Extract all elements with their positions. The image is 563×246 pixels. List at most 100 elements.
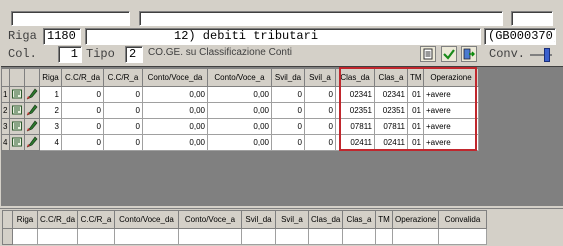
svil-da-cell[interactable]: 0: [271, 86, 305, 103]
cell[interactable]: [114, 228, 179, 245]
code-field[interactable]: (GB000370): [484, 28, 556, 45]
top-field-center[interactable]: [139, 11, 503, 26]
cell[interactable]: [275, 228, 309, 245]
icon-col-header: [24, 68, 40, 87]
document-icon[interactable]: [420, 46, 436, 62]
row-number: 2: [1, 102, 10, 119]
col-header[interactable]: Conto/Voce_a: [207, 68, 272, 87]
col-header[interactable]: Svil_a: [275, 210, 309, 229]
col-header[interactable]: C.C/R_a: [77, 210, 115, 229]
conv-label: Conv.: [489, 47, 526, 61]
tipo-description: CO.GE. su Classificazione Conti: [148, 47, 292, 58]
svil-da-cell[interactable]: 0: [271, 118, 305, 135]
riga-cell[interactable]: 4: [39, 134, 62, 151]
tipo-label: Tipo: [86, 47, 115, 61]
cell[interactable]: [37, 228, 78, 245]
conto-a-cell[interactable]: 0,00: [207, 102, 272, 119]
col-header[interactable]: Riga: [39, 68, 62, 87]
riga-cell[interactable]: 3: [39, 118, 62, 135]
row-edit-icon[interactable]: [24, 134, 40, 151]
svil-da-cell[interactable]: 0: [271, 102, 305, 119]
ccr-da-cell[interactable]: 0: [61, 102, 104, 119]
cell[interactable]: [308, 228, 343, 245]
ccr-da-cell[interactable]: 0: [61, 86, 104, 103]
col-header[interactable]: C.C/R_a: [103, 68, 143, 87]
main-grid-area: Riga C.C/R_da C.C/R_a Conto/Voce_da Cont…: [1, 66, 563, 206]
bottom-grid-header: Riga C.C/R_da C.C/R_a Conto/Voce_da Cont…: [2, 210, 487, 229]
svil-a-cell[interactable]: 0: [304, 134, 336, 151]
svil-a-cell[interactable]: 0: [304, 86, 336, 103]
svil-a-cell[interactable]: 0: [304, 102, 336, 119]
cell[interactable]: [77, 228, 115, 245]
conto-a-cell[interactable]: 0,00: [207, 118, 272, 135]
conto-a-cell[interactable]: 0,00: [207, 86, 272, 103]
row-edit-icon[interactable]: [24, 86, 40, 103]
ccr-da-cell[interactable]: 0: [61, 118, 104, 135]
col-header[interactable]: Riga: [12, 210, 38, 229]
row-number: 4: [1, 134, 10, 151]
conv-slider[interactable]: [530, 48, 552, 62]
riga-label: Riga: [8, 29, 37, 43]
col-header[interactable]: Svil_da: [241, 210, 276, 229]
col-header[interactable]: Conto/Voce_da: [114, 210, 179, 229]
col-header[interactable]: Convalida: [438, 210, 487, 229]
cell[interactable]: [178, 228, 242, 245]
top-field-left[interactable]: [11, 11, 130, 26]
row-detail-icon[interactable]: [9, 102, 25, 119]
col-header[interactable]: Clas_da: [308, 210, 343, 229]
bottom-grid-area: Riga C.C/R_da C.C/R_a Conto/Voce_da Cont…: [0, 208, 563, 246]
check-icon[interactable]: [441, 46, 457, 62]
cell[interactable]: [241, 228, 276, 245]
row-number: 1: [1, 86, 10, 103]
icon-col-header: [9, 68, 25, 87]
row-edit-icon[interactable]: [24, 102, 40, 119]
col-header[interactable]: Operazione: [392, 210, 439, 229]
ccr-da-cell[interactable]: 0: [61, 134, 104, 151]
cell[interactable]: [392, 228, 439, 245]
svil-a-cell[interactable]: 0: [304, 118, 336, 135]
col-header[interactable]: TM: [375, 210, 393, 229]
row-header: [2, 228, 13, 245]
row-detail-icon[interactable]: [9, 118, 25, 135]
row-edit-icon[interactable]: [24, 118, 40, 135]
corner-cell: [1, 68, 10, 87]
col-header[interactable]: Svil_a: [304, 68, 336, 87]
cell[interactable]: [12, 228, 38, 245]
table-row[interactable]: [2, 228, 487, 245]
riga-cell[interactable]: 2: [39, 102, 62, 119]
highlight-box: [339, 67, 477, 151]
col-header[interactable]: Conto/Voce_a: [178, 210, 242, 229]
col-label: Col.: [8, 47, 37, 61]
cell[interactable]: [342, 228, 376, 245]
col-header[interactable]: C.C/R_da: [37, 210, 78, 229]
tipo-field[interactable]: 2: [125, 46, 143, 63]
row-number: 3: [1, 118, 10, 135]
col-header[interactable]: C.C/R_da: [61, 68, 104, 87]
svil-da-cell[interactable]: 0: [271, 134, 305, 151]
conto-da-cell[interactable]: 0,00: [142, 134, 208, 151]
conto-da-cell[interactable]: 0,00: [142, 102, 208, 119]
cell[interactable]: [375, 228, 393, 245]
ccr-a-cell[interactable]: 0: [103, 118, 143, 135]
exit-icon[interactable]: [461, 46, 477, 62]
riga-cell[interactable]: 1: [39, 86, 62, 103]
title-field[interactable]: 12) debiti tributari: [85, 28, 481, 45]
row-detail-icon[interactable]: [9, 134, 25, 151]
ccr-a-cell[interactable]: 0: [103, 102, 143, 119]
riga-field[interactable]: 1180: [43, 28, 81, 45]
bottom-grid: Riga C.C/R_da C.C/R_a Conto/Voce_da Cont…: [2, 210, 487, 245]
conto-da-cell[interactable]: 0,00: [142, 118, 208, 135]
col-header[interactable]: Clas_a: [342, 210, 376, 229]
corner-cell: [2, 210, 13, 229]
conto-da-cell[interactable]: 0,00: [142, 86, 208, 103]
col-header[interactable]: Conto/Voce_da: [142, 68, 208, 87]
col-field[interactable]: 1: [58, 46, 82, 63]
col-header[interactable]: Svil_da: [271, 68, 305, 87]
cell[interactable]: [438, 228, 487, 245]
ccr-a-cell[interactable]: 0: [103, 134, 143, 151]
conto-a-cell[interactable]: 0,00: [207, 134, 272, 151]
row-detail-icon[interactable]: [9, 86, 25, 103]
top-field-right[interactable]: [511, 11, 553, 26]
ccr-a-cell[interactable]: 0: [103, 86, 143, 103]
conv-slider-thumb[interactable]: [544, 48, 550, 62]
